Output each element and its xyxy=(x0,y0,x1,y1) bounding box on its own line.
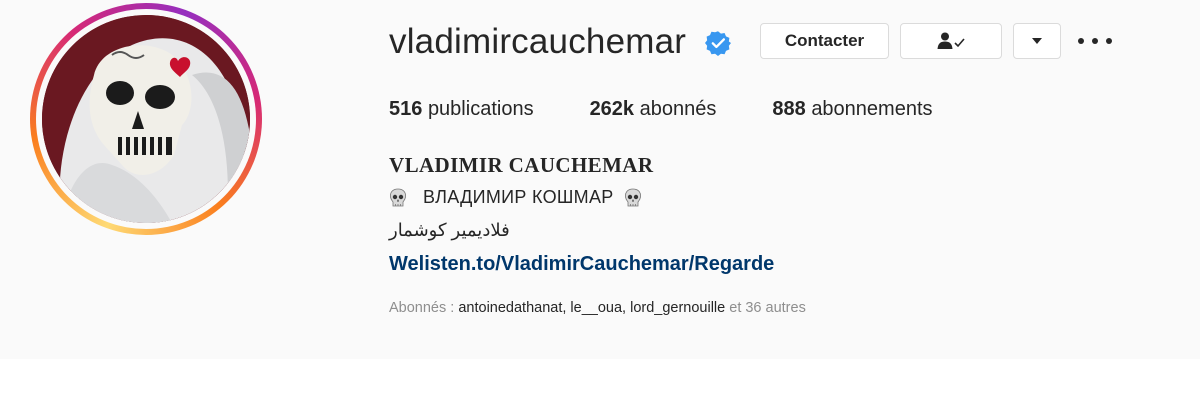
bio-arabic-text: فلاديمير كوشمار xyxy=(389,220,510,240)
contact-button[interactable]: Contacter xyxy=(760,23,889,59)
follower-account[interactable]: le__oua xyxy=(570,300,622,316)
person-check-icon xyxy=(937,32,965,49)
full-name: VLADIMIR CAUCHEMAR xyxy=(389,153,654,177)
more-horizontal-icon xyxy=(1078,38,1084,44)
avatar[interactable] xyxy=(42,15,250,223)
posts-count: 516 publications xyxy=(389,98,534,120)
skull-icon xyxy=(624,188,641,206)
followers-count[interactable]: 262k abonnés xyxy=(590,96,717,122)
verified-badge-icon xyxy=(705,31,731,56)
follower-account[interactable]: antoinedathanat xyxy=(458,300,562,316)
following-count[interactable]: 888 abonnements xyxy=(772,96,932,122)
profile-link[interactable]: Welisten.to/VladimirCauchemar/Regarde xyxy=(389,253,774,276)
follower-account[interactable]: lord_gernouille xyxy=(630,300,725,316)
followed-by[interactable]: Abonnés : antoinedathanat, le__oua, lord… xyxy=(389,300,806,316)
bio-line-cyrillic: ВЛАДИМИР КОШМАР xyxy=(389,187,642,208)
suggestions-dropdown-button[interactable] xyxy=(1013,23,1061,59)
skull-icon xyxy=(390,188,406,206)
profile-stats: 516 publications 262k abonnés 888 abonne… xyxy=(389,96,989,122)
username: vladimircauchemar xyxy=(389,22,687,61)
caret-down-icon xyxy=(1032,38,1042,44)
story-ring[interactable] xyxy=(30,3,262,235)
avatar-image xyxy=(42,15,250,223)
more-options-button[interactable] xyxy=(1078,30,1112,52)
following-button[interactable] xyxy=(900,23,1002,59)
bio-cyrillic-text: ВЛАДИМИР КОШМАР xyxy=(423,187,614,207)
